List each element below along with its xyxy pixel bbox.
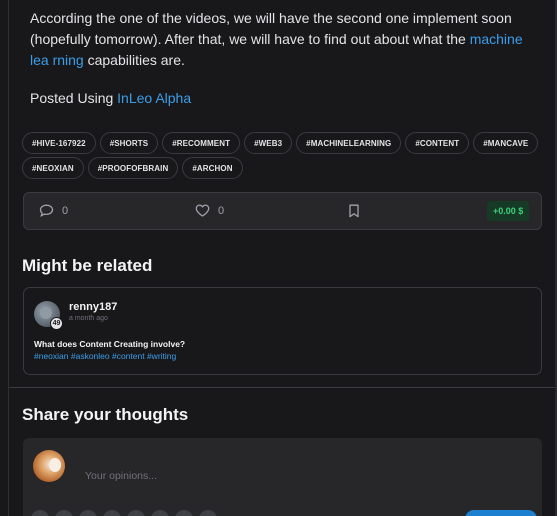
tag-chip[interactable]: #CONTENT xyxy=(405,132,470,154)
related-post-time: a month ago xyxy=(69,315,108,322)
related-author-avatar[interactable]: 49 xyxy=(34,301,63,330)
votes-count: 0 xyxy=(218,204,225,217)
tag-chip[interactable]: #ARCHON xyxy=(182,157,243,179)
payout-badge[interactable]: +0.00 $ xyxy=(487,201,530,221)
bookmark-icon xyxy=(348,204,360,222)
comment-input[interactable] xyxy=(85,466,465,486)
related-author-name[interactable]: renny187 xyxy=(69,301,117,313)
inleo-alpha-link[interactable]: InLeo Alpha xyxy=(117,90,191,106)
tag-chip[interactable]: #NEOXIAN xyxy=(22,157,84,179)
left-rail xyxy=(0,0,9,516)
toolbar-button[interactable] xyxy=(31,510,49,516)
post-body: According the one of the videos, we will… xyxy=(30,8,540,126)
tag-chip[interactable]: #RECOMMENT xyxy=(162,132,241,154)
tag-chip[interactable]: #PROOFOFBRAIN xyxy=(87,157,179,179)
comments-count: 0 xyxy=(62,204,69,217)
comments-button[interactable]: 0 xyxy=(39,204,68,217)
toolbar-button[interactable] xyxy=(103,510,121,516)
section-divider xyxy=(9,387,555,388)
share-heading: Share your thoughts xyxy=(22,405,189,424)
tag-chip[interactable]: #SHORTS xyxy=(99,132,159,154)
composer-toolbar xyxy=(31,510,217,516)
related-post-tags[interactable]: #neoxian #askonleo #content #writing xyxy=(34,351,176,361)
related-post-card[interactable]: 49 renny187 a month ago What does Conten… xyxy=(23,287,542,375)
submit-comment-button[interactable] xyxy=(465,510,537,516)
reputation-badge: 49 xyxy=(50,317,63,330)
tag-chip[interactable]: #MACHINELEARNING xyxy=(296,132,402,154)
tag-chip[interactable]: #WEB3 xyxy=(244,132,293,154)
heart-icon xyxy=(195,204,210,217)
posted-using-line: Posted Using InLeo Alpha xyxy=(30,88,540,109)
tag-list: #HIVE-167922 #SHORTS #RECOMMENT #WEB3 #M… xyxy=(22,132,540,179)
tag-chip[interactable]: #MANCAVE xyxy=(473,132,539,154)
toolbar-button[interactable] xyxy=(175,510,193,516)
toolbar-button[interactable] xyxy=(199,510,217,516)
toolbar-button[interactable] xyxy=(55,510,73,516)
paragraph-text: According the one of the videos, we will… xyxy=(30,10,512,47)
post-actions-bar: 0 0 +0.00 $ xyxy=(23,192,542,230)
posted-using-prefix: Posted Using xyxy=(30,90,118,106)
comment-icon xyxy=(39,204,54,217)
comment-composer xyxy=(23,438,542,516)
upvote-button[interactable]: 0 xyxy=(195,204,224,217)
user-avatar xyxy=(33,450,65,482)
toolbar-button[interactable] xyxy=(79,510,97,516)
post-paragraph: According the one of the videos, we will… xyxy=(30,8,540,71)
related-post-title[interactable]: What does Content Creating involve? xyxy=(34,339,185,349)
tag-chip[interactable]: #HIVE-167922 xyxy=(22,132,96,154)
bookmark-button[interactable] xyxy=(348,204,360,223)
related-heading: Might be related xyxy=(22,256,153,275)
paragraph-tail: capabilities are. xyxy=(83,52,185,68)
toolbar-button[interactable] xyxy=(127,510,145,516)
toolbar-button[interactable] xyxy=(151,510,169,516)
